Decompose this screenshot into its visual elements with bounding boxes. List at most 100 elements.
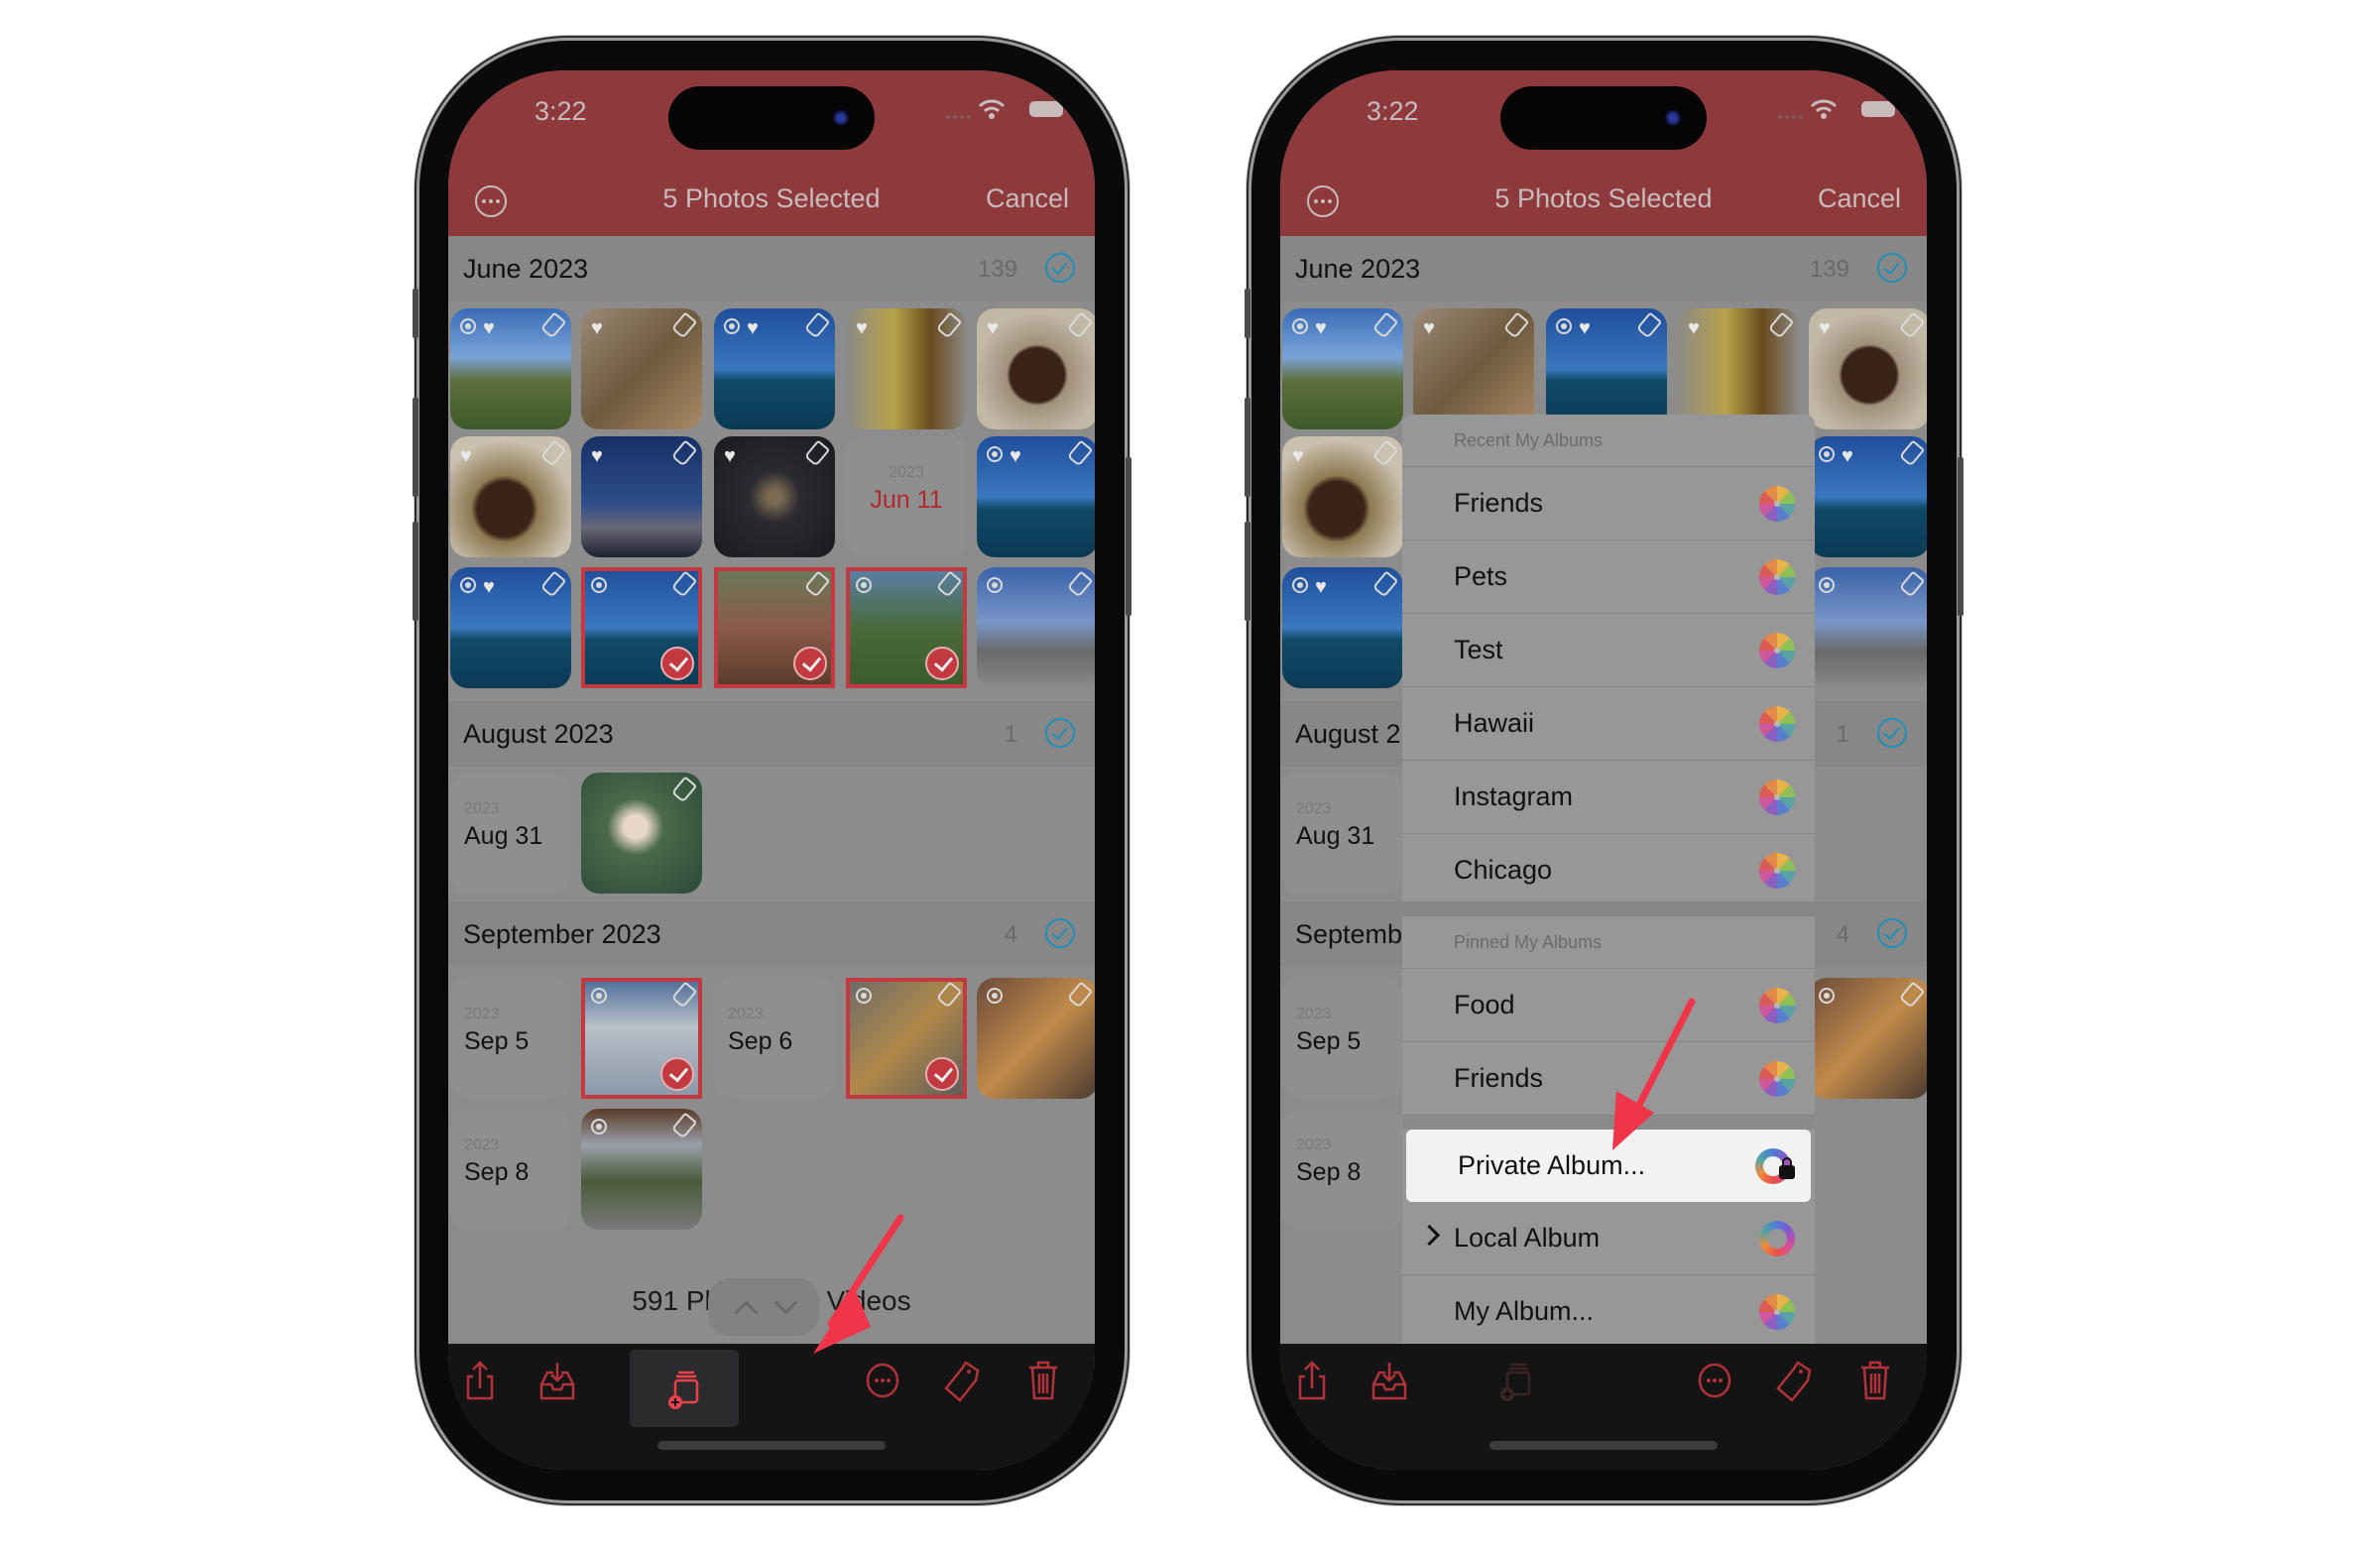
menu-item-album[interactable]: Chicago (1402, 834, 1815, 901)
menu-item-label: My Album... (1454, 1296, 1595, 1326)
tag-icon[interactable] (1898, 981, 1926, 1009)
section-title: June 2023 (1295, 254, 1421, 284)
trash-button[interactable] (1853, 1356, 1897, 1405)
heart-icon[interactable]: ♥ (1842, 446, 1853, 466)
heart-icon[interactable]: ♥ (1579, 318, 1591, 338)
share-button[interactable] (1290, 1356, 1334, 1405)
tag-icon[interactable] (1635, 311, 1663, 339)
menu-item-album[interactable]: Food (1402, 969, 1815, 1042)
date-cell: 2023 Sep 8 (1282, 1109, 1403, 1230)
local-album-ring-icon (1759, 1221, 1795, 1256)
import-tray-icon (1369, 1359, 1409, 1402)
heart-icon[interactable]: ♥ (1423, 318, 1435, 338)
photo-thumbnail[interactable]: ♥ (1282, 436, 1403, 557)
menu-item-album[interactable]: Hawaii (1402, 687, 1815, 761)
share-icon (1292, 1359, 1332, 1402)
date-year: 2023 (1296, 800, 1332, 817)
menu-item-label: Test (1454, 635, 1503, 664)
tag-icon[interactable] (1898, 570, 1926, 598)
dynamic-island (1500, 86, 1707, 150)
photos-flower-icon (1759, 706, 1795, 742)
screen: 3:22 5 Photos Selected Cancel June 2023 … (1280, 70, 1927, 1470)
photos-flower-icon (1759, 988, 1795, 1023)
photo-thumbnail[interactable] (1809, 567, 1927, 688)
menu-divider (1402, 1116, 1815, 1130)
photos-flower-icon (1759, 1294, 1795, 1330)
date-label: Sep 8 (1296, 1158, 1362, 1186)
heart-icon[interactable]: ♥ (1315, 318, 1327, 338)
tag-icon[interactable] (1502, 311, 1530, 339)
tag-icon[interactable] (1371, 570, 1399, 598)
select-all-check-icon[interactable] (1877, 718, 1907, 748)
menu-item-my-album[interactable]: My Album... (1402, 1275, 1815, 1344)
menu-item-label: Pets (1454, 561, 1508, 591)
menu-item-private-album[interactable]: Private Album... (1406, 1130, 1811, 1202)
menu-item-local-album[interactable]: Local Album (1402, 1202, 1815, 1275)
section-header-june: June 2023 139 (1280, 236, 1927, 301)
heart-icon[interactable]: ♥ (1315, 577, 1327, 597)
photos-flower-icon (1759, 633, 1795, 668)
volume-up-button (1245, 398, 1250, 497)
photo-thumbnail[interactable]: ♥ (1413, 308, 1534, 429)
menu-item-album[interactable]: Test (1402, 614, 1815, 687)
date-cell: 2023 Sep 5 (1282, 978, 1403, 1099)
photo-thumbnail[interactable]: ♥ (1678, 308, 1799, 429)
menu-item-album[interactable]: Pets (1402, 540, 1815, 614)
select-all-check-icon[interactable] (1877, 253, 1907, 283)
tag-icon[interactable] (1898, 439, 1926, 467)
heart-icon[interactable]: ♥ (1688, 318, 1700, 338)
section-title: Septemb (1295, 919, 1403, 949)
menu-item-album[interactable]: Instagram (1402, 761, 1815, 834)
import-tray-button[interactable] (1368, 1356, 1411, 1405)
menu-section-header: Pinned My Albums (1402, 916, 1815, 969)
section-count: 4 (1836, 921, 1849, 948)
date-label: Aug 31 (1296, 822, 1375, 850)
photos-flower-icon (1759, 853, 1795, 889)
status-time: 3:22 (1367, 96, 1419, 126)
header-bar: 3:22 5 Photos Selected Cancel (1280, 70, 1927, 236)
menu-item-album[interactable]: Friends (1402, 1042, 1815, 1116)
menu-item-label: Instagram (1454, 781, 1574, 811)
heart-icon[interactable]: ♥ (1292, 446, 1304, 466)
photo-thumbnail[interactable]: ♥ (1809, 436, 1927, 557)
bottom-toolbar (1280, 1344, 1927, 1470)
photo-thumbnail[interactable]: ♥ (1809, 308, 1927, 429)
tag-icon[interactable] (1898, 311, 1926, 339)
menu-item-label: Chicago (1454, 855, 1553, 885)
tag-icon[interactable] (1371, 439, 1399, 467)
annotation-arrows (813, 998, 1696, 1354)
wifi-icon (1810, 99, 1838, 119)
cancel-button[interactable]: Cancel (1818, 183, 1901, 214)
phone-left: 3:22 5 Photos Selected Cancel June 2023 … (413, 41, 1131, 1500)
volume-up-button (413, 398, 418, 497)
date-cell: 2023 Aug 31 (1282, 773, 1403, 894)
tag-icon (1774, 1359, 1814, 1402)
tag-icon[interactable] (1767, 311, 1795, 339)
photo-thumbnail[interactable] (1809, 978, 1927, 1099)
select-all-check-icon[interactable] (1877, 918, 1907, 948)
add-to-album-button[interactable] (1494, 1356, 1538, 1405)
dim-overlay (448, 70, 1095, 1470)
section-title: August 2 (1295, 719, 1401, 749)
live-photo-icon (1556, 318, 1572, 334)
menu-item-label: Local Album (1454, 1223, 1601, 1253)
photos-flower-icon (1759, 486, 1795, 522)
live-photo-icon (1292, 318, 1308, 334)
power-button (1126, 457, 1131, 616)
phone-right: 3:22 5 Photos Selected Cancel June 2023 … (1245, 41, 1964, 1500)
heart-icon[interactable]: ♥ (1819, 318, 1831, 338)
photos-flower-icon (1759, 559, 1795, 595)
photo-thumbnail[interactable]: ♥ (1282, 567, 1403, 688)
photo-thumbnail[interactable]: ♥ (1546, 308, 1667, 429)
photo-thumbnail[interactable]: ♥ (1282, 308, 1403, 429)
menu-item-album[interactable]: Friends (1402, 467, 1815, 540)
photos-flower-icon (1759, 1061, 1795, 1097)
more-ellipsis-button[interactable] (1693, 1356, 1736, 1405)
chevron-right-icon (1418, 1224, 1441, 1247)
tag-button[interactable] (1772, 1356, 1816, 1405)
section-count: 1 (1836, 721, 1849, 748)
menu-item-label: Friends (1454, 1063, 1544, 1093)
tag-icon[interactable] (1371, 311, 1399, 339)
mute-switch (1245, 289, 1250, 338)
live-photo-icon (1292, 577, 1308, 593)
